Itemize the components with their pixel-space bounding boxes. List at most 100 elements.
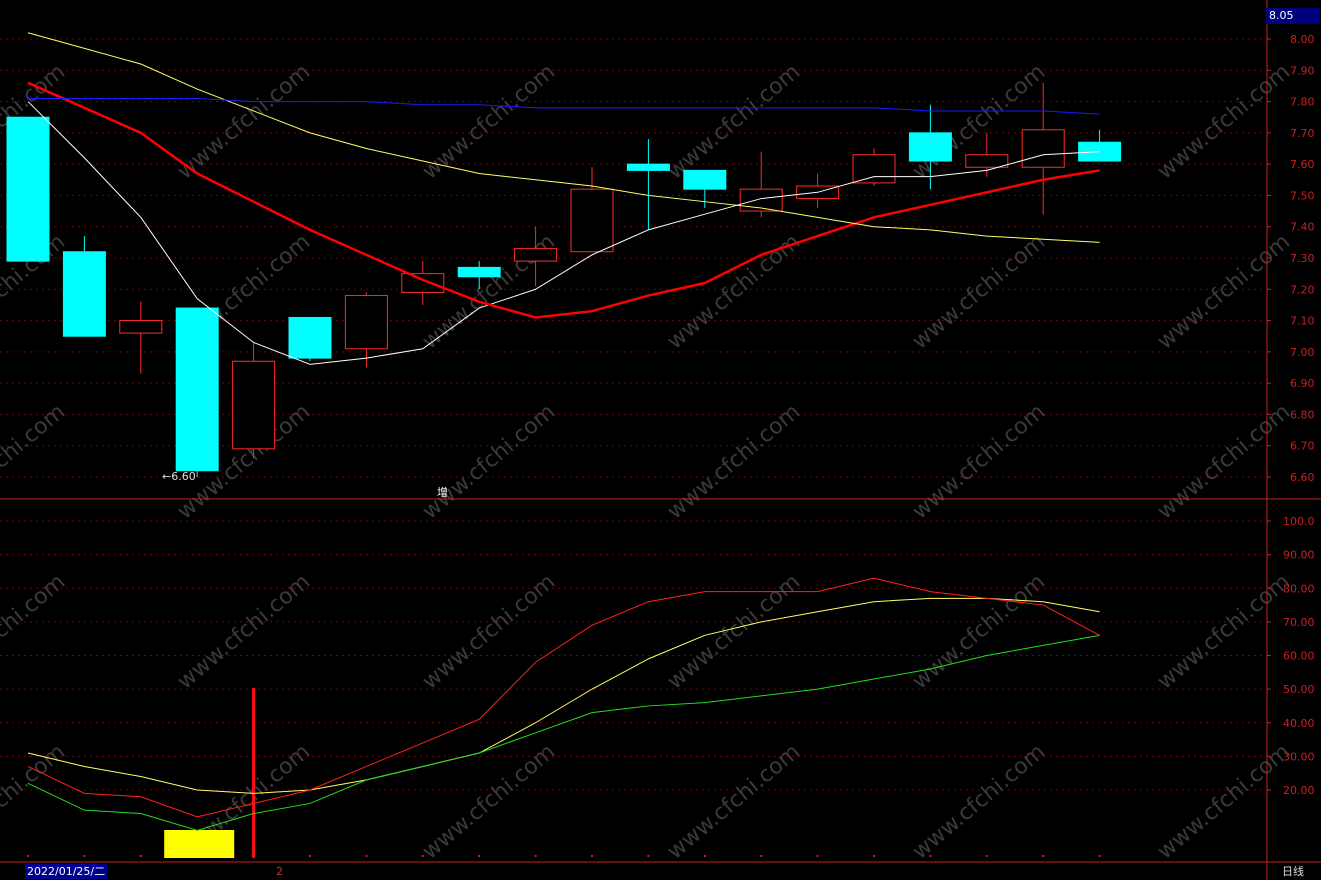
candle-body [344,295,388,350]
current-price-tag: 8.05 [1266,8,1320,24]
candle-body [457,266,501,278]
candle-body [965,154,1009,168]
candle-body [401,273,445,293]
x-tick-mark [478,855,481,857]
price-tick-label: 7.00 [1290,346,1315,359]
watermark-text: www.cfchi.com [1153,59,1295,184]
watermark-text: www.cfchi.com [173,59,315,184]
x-tick-mark [760,855,763,857]
price-tick-label: 7.80 [1290,96,1315,109]
ma10-line [27,81,1100,319]
ma60-line [28,97,1100,115]
indicator-tick-label: 100.0 [1283,515,1315,528]
price-tick-label: 7.60 [1290,158,1315,171]
price-tick-label: 7.50 [1290,189,1315,202]
period-label[interactable]: 日线 [1268,864,1321,880]
price-tick-label: 7.40 [1290,221,1315,234]
x-tick-mark [873,855,875,857]
x-tick-mark [139,855,142,857]
watermark-text: www.cfchi.com [663,59,805,184]
candle [344,292,388,368]
indicator-panel[interactable] [27,577,1100,858]
stock-chart[interactable]: www.cfchi.com www.cfchi.com www.cfchi.com w… [0,0,1321,880]
watermark-text: www.cfchi.com [908,399,1050,524]
price-tick-label: 6.60 [1290,471,1315,484]
indicator-tick-label: 60.00 [1283,650,1315,663]
x-tick-mark [591,855,593,857]
price-tick-label: 7.10 [1290,315,1315,328]
candle [232,342,276,459]
candle-body [1021,129,1065,168]
candle [1078,129,1122,162]
watermark-text: www.cfchi.com [0,739,70,864]
candle-body [288,316,332,359]
x-tick-mark [534,855,537,857]
candle [570,167,614,253]
price-tick-label: 7.90 [1290,64,1315,77]
candle-body [175,307,219,472]
price-tick-label: 7.70 [1290,127,1315,140]
x-tick-mark [816,855,819,857]
price-tick-label: 6.80 [1290,408,1315,421]
candle-body [570,188,614,253]
indicator-tick-label: 70.00 [1283,616,1315,629]
watermark-text: www.cfchi.com [418,399,560,524]
price-tick-label: 8.00 [1290,33,1315,46]
watermark-text: www.cfchi.com [663,739,805,864]
candle [175,307,219,477]
watermark-text: www.cfchi.com [418,739,560,864]
x-tick-mark [1042,855,1045,857]
candle [62,236,106,337]
x-tick-mark [421,855,424,857]
x-tick-mark [83,855,86,857]
watermark-text: www.cfchi.com [908,229,1050,354]
x-tick-mark [309,855,311,857]
page-number[interactable]: 2 [276,865,283,879]
x-tick-mark [985,855,988,857]
watermark-text: www.cfchi.com [418,59,560,184]
x-tick-mark [703,855,706,857]
candle-body [6,116,50,262]
x-tick-mark [1098,855,1101,857]
watermark-text: www.cfchi.com [1153,569,1295,694]
candle [796,173,840,208]
indicator-tick-label: 90.00 [1283,549,1315,562]
x-tick-mark [365,855,368,857]
price-tick-label: 6.90 [1290,377,1315,390]
candle-body [62,251,106,337]
watermark-text: www.cfchi.com [0,569,70,694]
price-tick-label: 7.30 [1290,252,1315,265]
k-line [27,597,1100,794]
d-line [27,577,1100,818]
watermark-text: www.cfchi.com [173,569,315,694]
watermark-text: www.cfchi.com [1153,399,1295,524]
indicator-tick-label: 50.00 [1283,683,1315,696]
candle-body [514,248,558,262]
candle-body [626,163,670,171]
indicator-label: 增 [437,486,448,499]
candle [626,139,670,230]
x-tick-mark [27,855,29,857]
candle-body [908,132,952,162]
watermark-text: www.cfchi.com [663,399,805,524]
indicator-tick-label: 80.00 [1283,582,1315,595]
candle [683,169,727,208]
candle-body [119,320,163,334]
price-tick-label: 7.20 [1290,283,1315,296]
watermark-text: www.cfchi.com [1153,229,1295,354]
low-price-marker: ←6.60 [162,470,196,483]
candle [6,116,50,262]
watermark-text: www.cfchi.com [0,399,70,524]
candle [401,261,445,305]
signal-block [164,830,235,858]
x-tick-mark [929,855,932,857]
candle-body [683,169,727,190]
indicator-tick-label: 40.00 [1283,717,1315,730]
price-tick-label: 6.70 [1290,440,1315,453]
cursor-date-label: 2022/01/25/二 [25,864,108,879]
watermark-text: www.cfchi.com [908,739,1050,864]
candle-body [852,154,896,184]
indicator-tick-label: 30.00 [1283,750,1315,763]
candle [288,316,332,362]
candle [119,301,163,374]
